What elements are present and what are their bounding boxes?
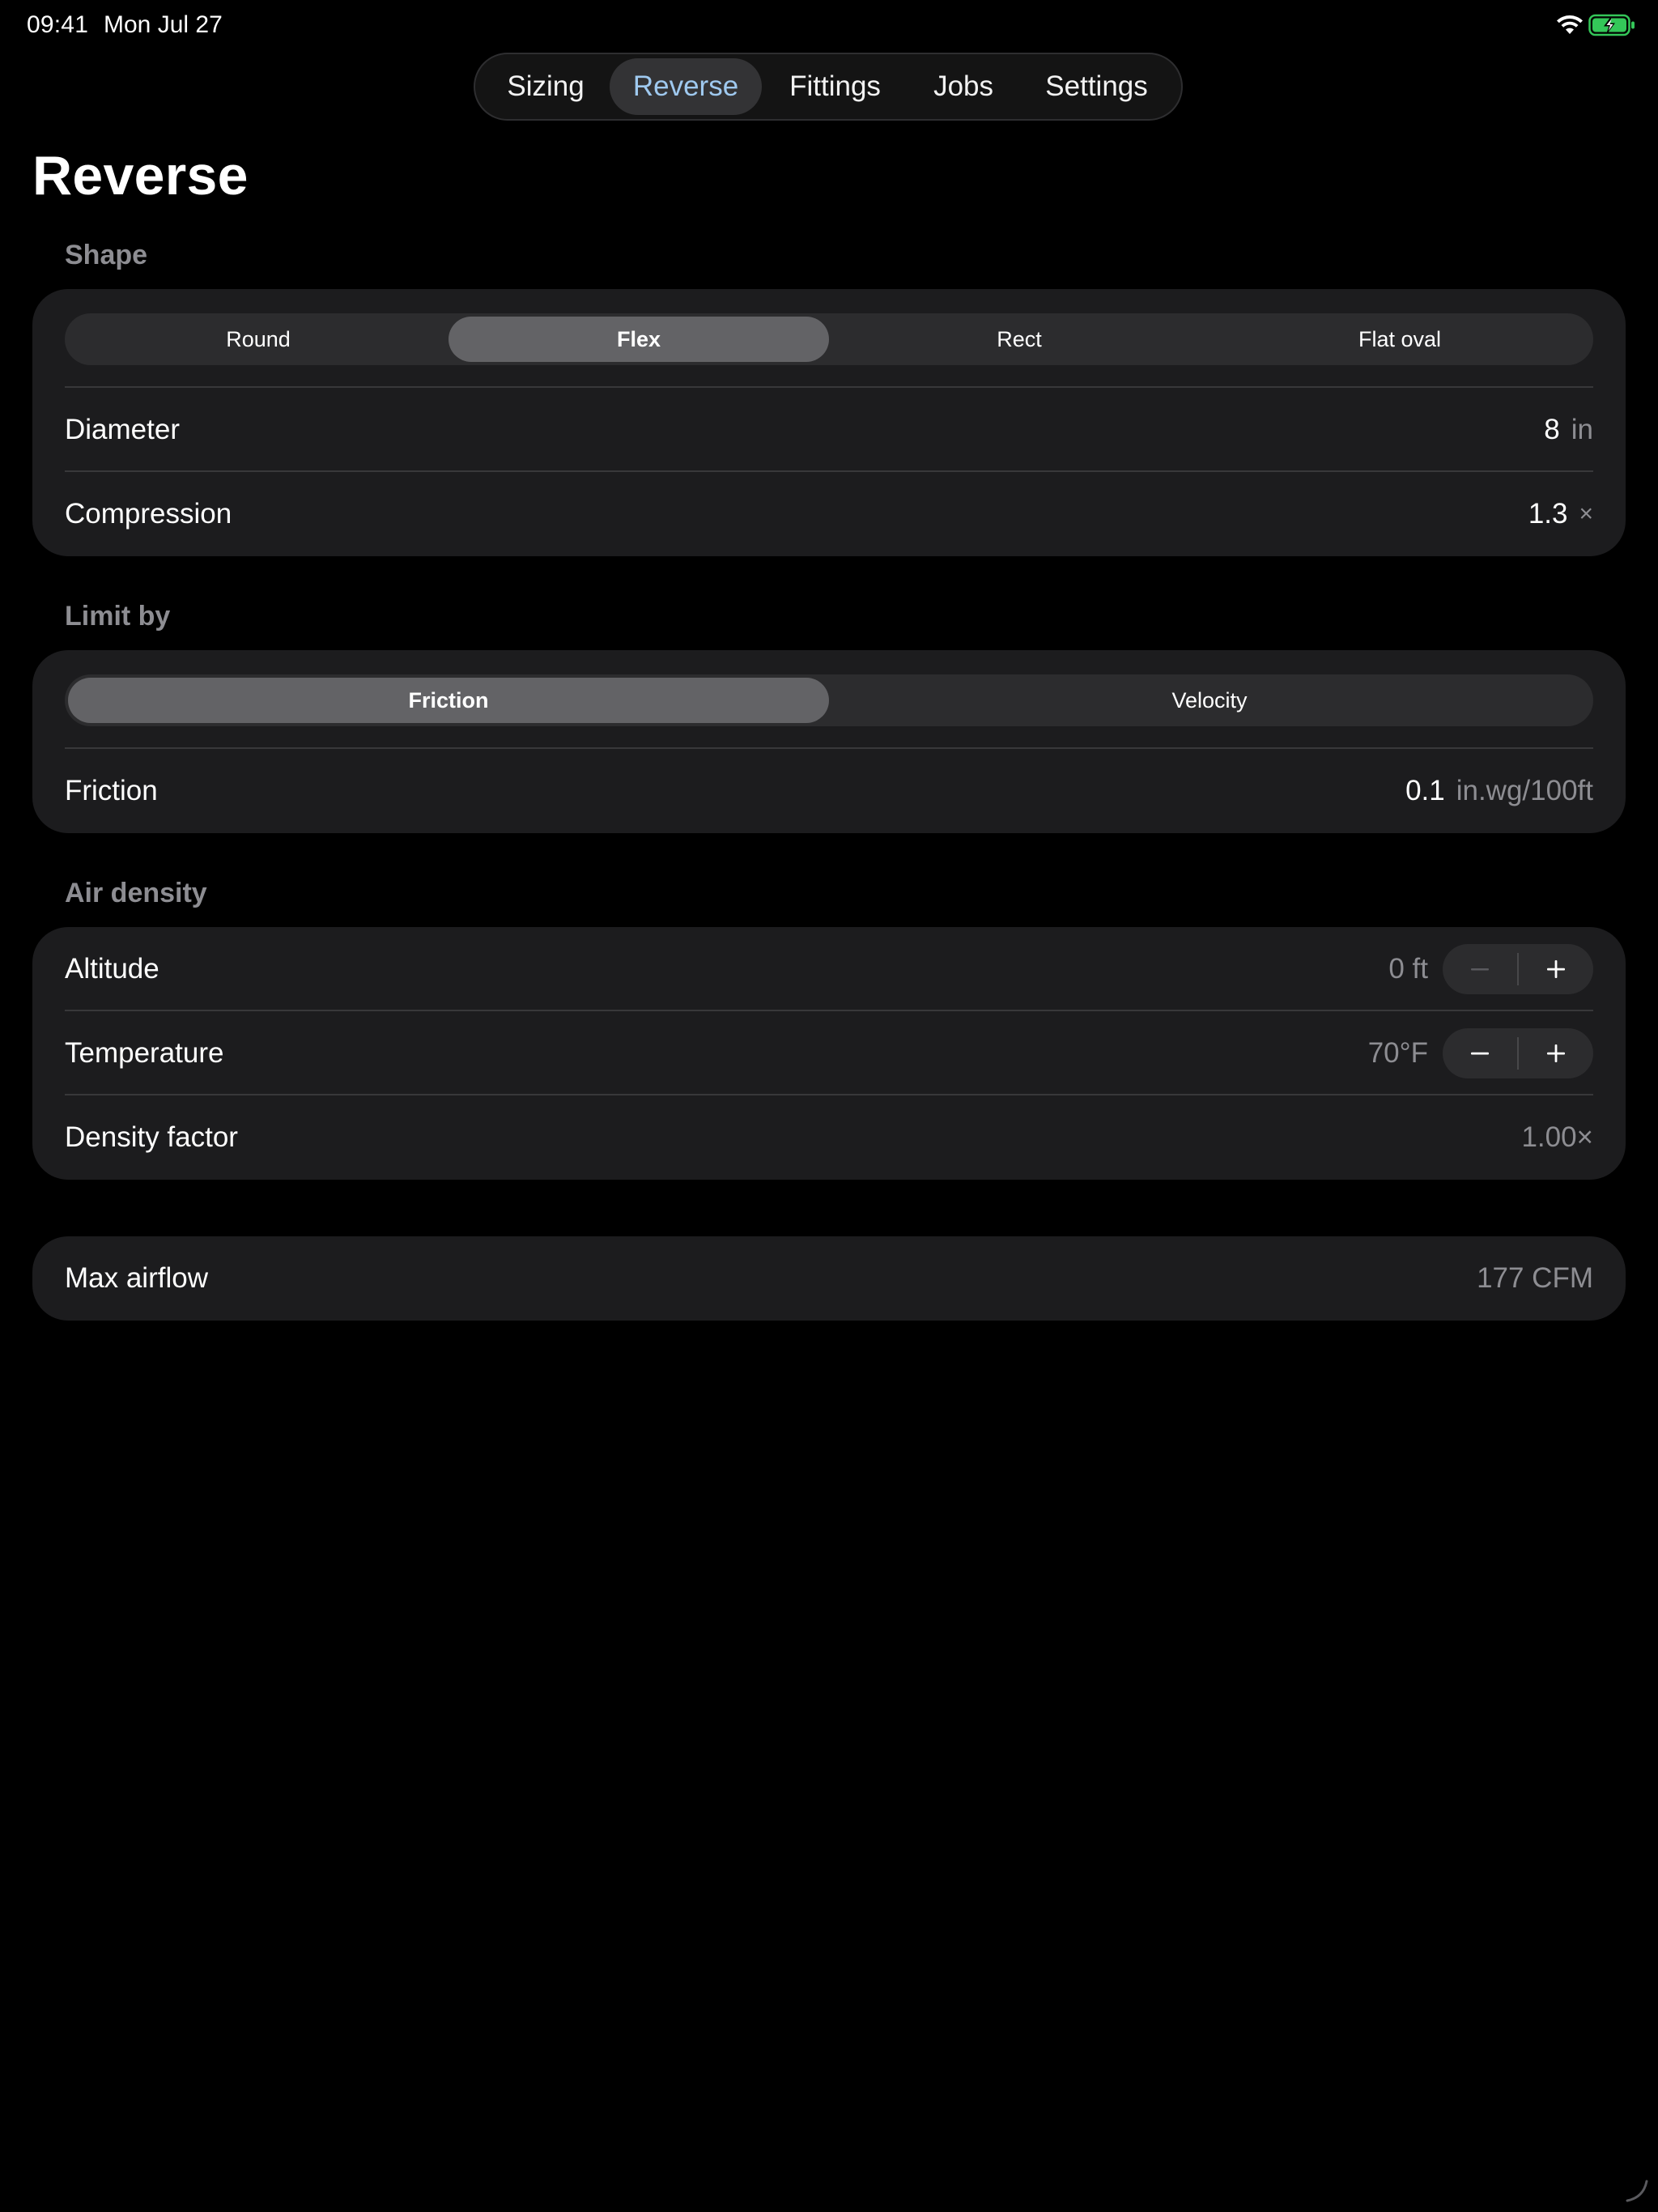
- tab-bar: Sizing Reverse Fittings Jobs Settings: [474, 53, 1183, 121]
- diameter-row[interactable]: Diameter 8 in: [65, 386, 1593, 472]
- section-header-limit-by: Limit by: [65, 601, 171, 632]
- altitude-stepper: [1443, 944, 1593, 994]
- friction-value: 0.1: [1405, 775, 1445, 806]
- tab-jobs[interactable]: Jobs: [908, 58, 1018, 115]
- limit-option-velocity[interactable]: Velocity: [829, 678, 1590, 723]
- friction-row[interactable]: Friction 0.1 in.wg/100ft: [65, 747, 1593, 833]
- compression-unit: ×: [1579, 500, 1593, 527]
- temperature-increment-button[interactable]: [1519, 1028, 1593, 1078]
- compression-value-field[interactable]: 1.3 ×: [1528, 498, 1593, 530]
- shape-card: Round Flex Rect Flat oval Diameter 8 in …: [32, 289, 1626, 556]
- altitude-row: Altitude 0 ft: [65, 927, 1593, 1011]
- limit-card: Friction Velocity Friction 0.1 in.wg/100…: [32, 650, 1626, 833]
- diameter-value: 8: [1544, 414, 1560, 445]
- section-header-air-density: Air density: [65, 878, 207, 908]
- shape-option-rect[interactable]: Rect: [829, 317, 1209, 362]
- minus-icon: [1471, 968, 1489, 971]
- diameter-unit: in: [1571, 414, 1593, 445]
- density-factor-row: Density factor 1.00×: [65, 1094, 1593, 1180]
- tab-settings[interactable]: Settings: [1018, 58, 1175, 115]
- diameter-value-field[interactable]: 8 in: [1544, 414, 1593, 446]
- resize-handle-icon[interactable]: [1624, 2178, 1650, 2204]
- density-factor-value: 1.00×: [1521, 1121, 1593, 1153]
- air-density-card: Altitude 0 ft Temperature 70°F Density f…: [32, 927, 1626, 1180]
- page-title: Reverse: [32, 145, 249, 206]
- status-date: Mon Jul 27: [104, 11, 223, 38]
- compression-row[interactable]: Compression 1.3 ×: [65, 470, 1593, 556]
- altitude-increment-button[interactable]: [1519, 944, 1593, 994]
- temperature-label: Temperature: [65, 1037, 224, 1069]
- shape-option-flat-oval[interactable]: Flat oval: [1209, 317, 1590, 362]
- wifi-icon: [1557, 15, 1583, 34]
- tab-fittings[interactable]: Fittings: [762, 58, 908, 115]
- friction-label: Friction: [65, 775, 158, 806]
- limit-segmented-control: Friction Velocity: [65, 674, 1593, 726]
- temperature-decrement-button[interactable]: [1443, 1028, 1517, 1078]
- tab-sizing[interactable]: Sizing: [482, 58, 610, 115]
- diameter-label: Diameter: [65, 414, 180, 445]
- temperature-row: Temperature 70°F: [65, 1010, 1593, 1095]
- status-bar: 09:41 Mon Jul 27: [0, 0, 1658, 52]
- limit-option-friction[interactable]: Friction: [68, 678, 829, 723]
- temperature-value: 70°F: [1367, 1037, 1428, 1069]
- altitude-value: 0 ft: [1388, 953, 1428, 985]
- shape-option-round[interactable]: Round: [68, 317, 449, 362]
- max-airflow-label: Max airflow: [65, 1262, 208, 1294]
- status-time: 09:41: [27, 11, 89, 38]
- result-card: Max airflow 177 CFM: [32, 1236, 1626, 1321]
- plus-icon: [1547, 960, 1565, 978]
- battery-charging-icon: [1588, 14, 1635, 36]
- shape-segmented-control: Round Flex Rect Flat oval: [65, 313, 1593, 365]
- max-airflow-value: 177 CFM: [1477, 1262, 1593, 1294]
- max-airflow-row: Max airflow 177 CFM: [65, 1236, 1593, 1321]
- tab-reverse[interactable]: Reverse: [610, 58, 762, 115]
- altitude-decrement-button[interactable]: [1443, 944, 1517, 994]
- friction-unit: in.wg/100ft: [1456, 775, 1593, 806]
- section-header-shape: Shape: [65, 240, 148, 270]
- compression-label: Compression: [65, 498, 232, 530]
- altitude-label: Altitude: [65, 953, 159, 985]
- shape-option-flex[interactable]: Flex: [449, 317, 829, 362]
- temperature-stepper: [1443, 1028, 1593, 1078]
- minus-icon: [1471, 1052, 1489, 1055]
- plus-icon: [1547, 1044, 1565, 1062]
- density-factor-label: Density factor: [65, 1121, 238, 1153]
- friction-value-field[interactable]: 0.1 in.wg/100ft: [1405, 775, 1593, 807]
- compression-value: 1.3: [1528, 498, 1568, 530]
